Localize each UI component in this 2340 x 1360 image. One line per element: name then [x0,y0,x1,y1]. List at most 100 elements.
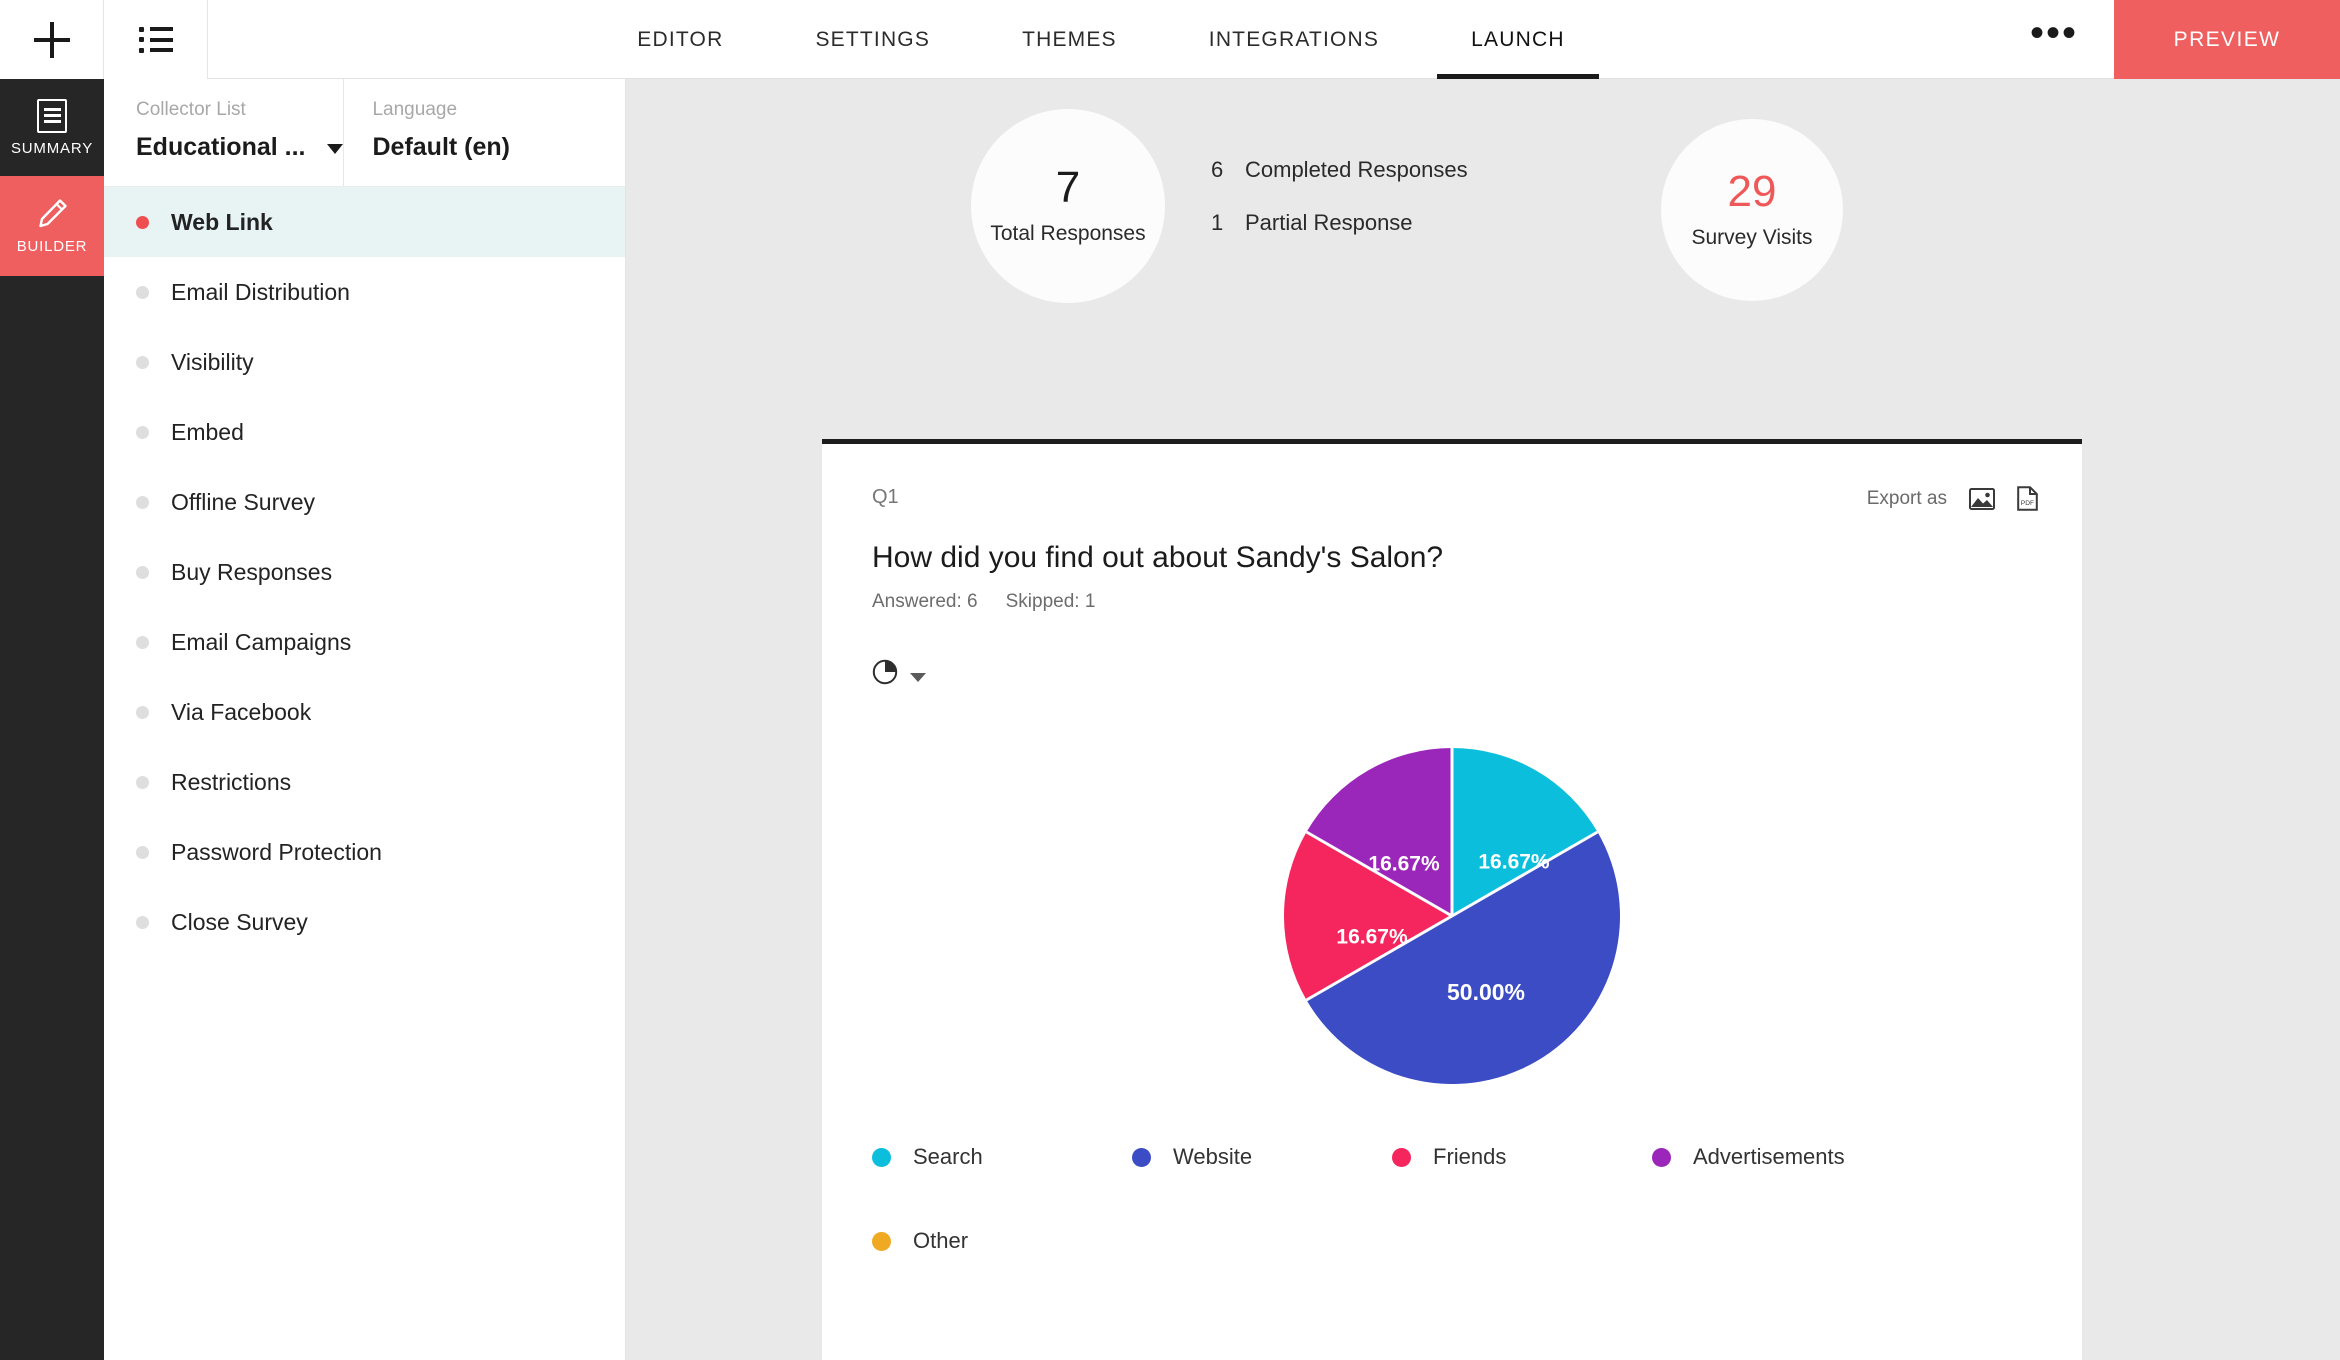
language-label: Language [372,99,458,120]
legend-label: Other [913,1228,969,1253]
skipped-count: Skipped: 1 [1005,591,1096,612]
partial-responses-label: Partial Response [1245,210,1413,235]
pie-label-website: 50.00% [1447,979,1525,1005]
export-label: Export as [1866,487,1947,509]
collector-list-label: Collector List [136,99,246,120]
completed-responses-row: 6 Completed Responses [1211,157,1468,183]
list-icon [138,26,173,53]
legend-item-friends[interactable]: Friends [1392,1144,1652,1170]
main-tabs: EDITOR SETTINGS THEMES INTEGRATIONS LAUN… [208,0,1994,79]
total-responses-value: 7 [1055,163,1081,212]
partial-responses-count: 1 [1211,210,1224,235]
more-options-button[interactable]: ••• [1994,0,2114,79]
svg-text:PDF: PDF [2021,500,2034,507]
partial-responses-row: 1 Partial Response [1211,210,1468,236]
pdf-export-icon[interactable]: PDF [2017,486,2038,511]
pie-chart-svg: 16.67% 50.00% 16.67% 16.67% [1283,748,1621,1085]
legend-item-other[interactable]: Other [872,1228,1132,1254]
sidebar-item-restrictions[interactable]: Restrictions [104,747,625,817]
legend-item-search[interactable]: Search [872,1144,1132,1170]
legend-item-advertisements[interactable]: Advertisements [1652,1144,1912,1170]
add-survey-button[interactable] [0,0,104,79]
completed-responses-label: Completed Responses [1245,157,1468,182]
chart-type-selector[interactable] [872,659,2032,690]
status-bullet-icon [136,705,149,719]
status-bullet-icon [136,635,149,649]
legend-label: Search [913,1144,983,1169]
chevron-down-icon [910,672,926,682]
sidebar-item-via-facebook[interactable]: Via Facebook [104,677,625,747]
sidebar-item-password-protection[interactable]: Password Protection [104,817,625,887]
question-card-header: Q1 Export as PDF How did you find out ab… [822,444,2082,690]
collector-panel: Collector List Educational ... Language … [104,79,626,1360]
legend-dot-icon [1392,1147,1411,1167]
total-responses-label: Total Responses [990,222,1146,245]
legend-dot-icon [872,1231,891,1251]
sidebar-item-label: Email Distribution [171,278,350,305]
pie-label-advertisements: 16.67% [1368,853,1440,876]
sidebar-item-email-campaigns[interactable]: Email Campaigns [104,607,625,677]
sidebar-item-visibility[interactable]: Visibility [104,327,625,397]
survey-visits-label: Survey Visits [1691,226,1813,249]
status-bullet-icon [136,355,149,369]
status-bullet-icon [136,845,149,859]
sidebar-item-buy-responses[interactable]: Buy Responses [104,537,625,607]
pie-chart: 16.67% 50.00% 16.67% 16.67% [822,716,2082,1085]
preview-button[interactable]: PREVIEW [2114,0,2340,79]
main-content: 7 Total Responses 6 Completed Responses … [626,79,2340,1360]
sidebar-item-label: Close Survey [171,908,308,935]
sidebar-item-label: Password Protection [171,838,382,865]
sidebar-item-label: Web Link [171,208,273,235]
chevron-down-icon [327,144,344,154]
language-value: Default (en) [372,133,510,161]
rail-item-builder[interactable]: BUILDER [0,176,104,276]
rail-item-builder-label: BUILDER [16,238,88,255]
sidebar-item-email-distribution[interactable]: Email Distribution [104,257,625,327]
status-bullet-icon [136,565,149,579]
legend-label: Friends [1433,1144,1507,1169]
pie-label-friends: 16.67% [1336,926,1408,949]
sidebar-item-offline-survey[interactable]: Offline Survey [104,467,625,537]
tab-themes[interactable]: THEMES [976,0,1163,79]
language-selector[interactable]: Language Default (en) [343,79,510,186]
rail-item-summary[interactable]: SUMMARY [0,79,104,176]
pie-chart-icon [872,659,898,690]
status-bullet-icon [136,285,149,299]
sidebar-item-label: Restrictions [171,768,292,795]
status-bullet-icon [136,775,149,789]
left-rail: SUMMARY BUILDER [0,79,104,1360]
status-bullet-icon [136,425,149,439]
tab-integrations[interactable]: INTEGRATIONS [1163,0,1425,79]
status-bullet-icon [136,915,149,929]
collector-list-value-row[interactable]: Educational ... [136,133,344,162]
image-export-icon[interactable] [1969,487,1995,510]
sidebar-item-label: Embed [171,418,244,445]
sidebar-item-embed[interactable]: Embed [104,397,625,467]
collector-list-value: Educational ... [136,133,306,161]
status-bullet-icon [136,215,149,229]
survey-visits-stat: 29 Survey Visits [1661,119,1843,301]
legend-item-website[interactable]: Website [1132,1144,1392,1170]
collector-nav-list: Web Link Email Distribution Visibility E… [104,187,625,957]
pencil-icon [35,197,69,231]
stats-row: 7 Total Responses 6 Completed Responses … [626,79,2340,339]
tab-launch[interactable]: LAUNCH [1425,0,1611,79]
sidebar-item-close-survey[interactable]: Close Survey [104,887,625,957]
legend-dot-icon [872,1147,891,1167]
answered-count: Answered: 6 [872,591,978,612]
tab-settings[interactable]: SETTINGS [769,0,976,79]
question-title: How did you find out about Sandy's Salon… [872,541,1444,574]
question-meta: Answered: 6 Skipped: 1 [872,591,2032,613]
chart-legend: Search Website Friends Advertisements Ot… [872,1144,2032,1312]
survey-list-button[interactable] [104,0,208,79]
pie-label-search: 16.67% [1478,851,1550,874]
sidebar-item-web-link[interactable]: Web Link [104,187,625,257]
legend-dot-icon [1652,1147,1671,1167]
collector-header: Collector List Educational ... Language … [104,79,625,187]
sidebar-item-label: Offline Survey [171,488,316,515]
completed-responses-count: 6 [1211,157,1224,182]
question-card: Q1 Export as PDF How did you find out ab… [822,439,2082,1360]
tab-editor[interactable]: EDITOR [591,0,769,79]
collector-list-selector[interactable]: Collector List Educational ... [104,79,344,186]
plus-icon [33,21,70,58]
